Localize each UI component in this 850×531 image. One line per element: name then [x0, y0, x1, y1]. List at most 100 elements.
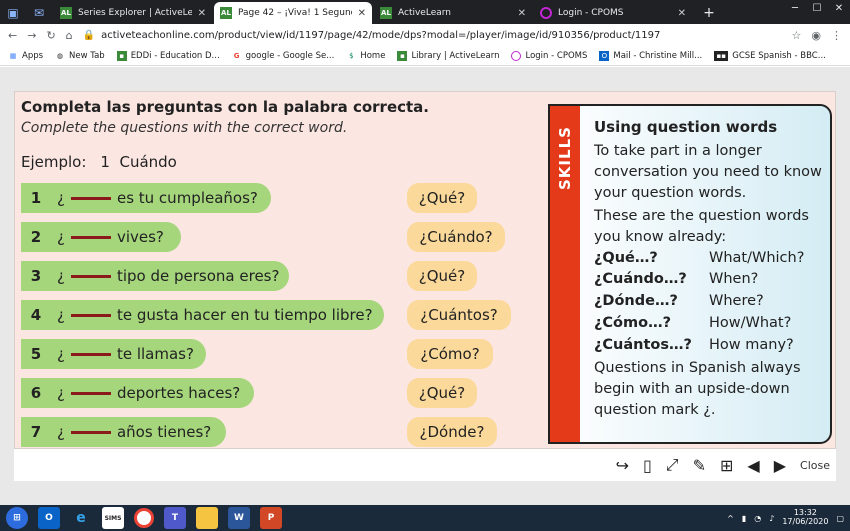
folder-icon[interactable] [196, 507, 218, 529]
new-tab-button[interactable]: + [698, 2, 720, 24]
menu-icon[interactable]: ⋮ [831, 29, 842, 42]
close-icon[interactable]: ✕ [358, 8, 366, 19]
bookmark-bbc[interactable]: ▪▪ GCSE Spanish - BBC... [714, 50, 826, 61]
bookmark-eddi[interactable]: ▪ EDDi - Education D... [116, 50, 220, 61]
question-text: tipo de persona eres? [116, 267, 280, 285]
pencil-icon[interactable]: ✎ [693, 456, 706, 475]
bookmark-google[interactable]: Ggoogle - Google Se... [232, 51, 335, 61]
expand-icon[interactable]: ⤢ [666, 455, 679, 475]
question-row: 1 ¿ es tu cumpleaños? [21, 183, 271, 213]
skills-paragraph: To take part in a longer conversation yo… [594, 142, 822, 201]
question-text: te llamas? [116, 345, 194, 363]
question-number: 7 [30, 423, 42, 441]
eddi-icon: ▪ [116, 50, 127, 61]
page-content: Completa las preguntas con la palabra co… [0, 67, 850, 505]
volume-icon[interactable]: ♪ [769, 514, 774, 523]
reload-icon[interactable]: ↻ [46, 29, 55, 42]
word-option[interactable]: ¿Qué? [407, 378, 477, 408]
home-icon[interactable]: ⌂ [66, 29, 73, 42]
question-number: 5 [30, 345, 42, 363]
question-word-pair: ¿Cuándo…? When? [594, 269, 824, 291]
bookmark-mail[interactable]: O Mail - Christine Mill... [599, 50, 702, 61]
question-text: es tu cumpleaños? [116, 189, 258, 207]
teams-icon[interactable]: T [164, 507, 186, 529]
maximize-icon[interactable]: ☐ [806, 0, 828, 16]
question-mark: ¿ [57, 189, 65, 207]
word-option[interactable]: ¿Cuándo? [407, 222, 505, 252]
bookmark-apps[interactable]: ▦ Apps [8, 51, 43, 61]
tab-pinned-outlook[interactable]: ✉ [26, 2, 52, 24]
word-option[interactable]: ¿Cuántos? [407, 300, 511, 330]
wifi-icon[interactable]: ◔ [754, 514, 761, 523]
profile-icon[interactable]: ◉ [811, 29, 821, 42]
answer-blank [70, 196, 111, 200]
google-icon: G [233, 51, 240, 60]
question-word-es: ¿Qué…? [594, 249, 658, 266]
question-mark: ¿ [57, 228, 65, 246]
bookmark-new-tab[interactable]: ◍ New Tab [55, 51, 105, 61]
tab-3[interactable]: Login - CPOMS ✕ [534, 2, 692, 24]
bookmark-library[interactable]: ▪ Library | ActiveLearn [397, 50, 499, 61]
system-tray: ^ ▮ ◔ ♪ 13:32 17/06/2020 ▢ [727, 505, 844, 531]
start-icon[interactable]: ⊞ [6, 507, 28, 529]
sims-icon[interactable]: SIMS [102, 507, 124, 529]
instruction-spanish: Completa las preguntas con la palabra co… [21, 98, 430, 116]
skills-label: SKILLS [556, 126, 574, 190]
notifications-icon[interactable]: ▢ [836, 514, 844, 523]
question-word-pair: ¿Dónde…? Where? [594, 291, 824, 313]
tab-pinned-teams[interactable]: ▣ [0, 2, 26, 24]
close-icon[interactable]: ✕ [518, 8, 526, 19]
address-bar[interactable]: 🔒 activeteachonline.com/product/view/id/… [83, 26, 782, 44]
question-number: 2 [30, 228, 42, 246]
chrome-icon[interactable] [134, 508, 154, 528]
next-icon[interactable]: ▶ [774, 456, 786, 475]
tab-2[interactable]: AL ActiveLearn ✕ [374, 2, 532, 24]
tab-1[interactable]: AL Page 42 – ¡Viva! 1 Segunda edición ✕ [214, 2, 372, 24]
bookmarks-bar: ▦ Apps ◍ New Tab ▪ EDDi - Education D... Gg… [0, 46, 850, 66]
forward-icon[interactable]: → [27, 29, 36, 42]
close-button[interactable]: Close [800, 459, 830, 472]
question-word-en: Where? [709, 293, 764, 310]
star-icon[interactable]: ☆ [792, 29, 802, 42]
powerpoint-icon[interactable]: P [260, 507, 282, 529]
tab-title: Series Explorer | ActiveLearn [78, 8, 192, 18]
share-icon[interactable]: ↪ [616, 456, 629, 475]
close-icon[interactable]: ✕ [678, 8, 686, 19]
question-word-en: When? [709, 271, 759, 288]
add-folder-icon[interactable]: ⊞ [720, 456, 733, 475]
skills-paragraph: Questions in Spanish always begin with a… [594, 360, 801, 419]
clock[interactable]: 13:32 17/06/2020 [782, 508, 829, 527]
minimize-icon[interactable]: ─ [784, 0, 806, 16]
tab-0[interactable]: AL Series Explorer | ActiveLearn ✕ [54, 2, 212, 24]
chevron-up-icon[interactable]: ^ [727, 514, 734, 523]
page-icon[interactable]: ▯ [643, 456, 652, 475]
cpoms-icon [511, 50, 522, 61]
question-word-pair: ¿Cómo…? How/What? [594, 313, 824, 335]
word-option[interactable]: ¿Qué? [407, 261, 477, 291]
teams-icon: ▣ [7, 6, 19, 20]
instructions: Completa las preguntas con la palabra co… [21, 98, 429, 136]
question-mark: ¿ [57, 384, 65, 402]
bookmark-cpoms[interactable]: Login - CPOMS [511, 50, 587, 61]
back-icon[interactable]: ← [8, 29, 17, 42]
example-label: Ejemplo: [21, 153, 87, 171]
word-option[interactable]: ¿Cómo? [407, 339, 493, 369]
clock-date: 17/06/2020 [782, 517, 829, 526]
player-toolbar: ↪ ▯ ⤢ ✎ ⊞ ◀ ▶ Close [14, 449, 836, 481]
question-word-pair: ¿Qué…? What/Which? [594, 248, 824, 270]
outlook-icon[interactable]: O [38, 507, 60, 529]
question-mark: ¿ [57, 267, 65, 285]
edge-icon[interactable]: e [70, 507, 92, 529]
question-mark: ¿ [57, 423, 65, 441]
word-option[interactable]: ¿Dónde? [407, 417, 497, 447]
network-icon[interactable]: ▮ [742, 514, 746, 523]
word-icon[interactable]: W [228, 507, 250, 529]
word-option[interactable]: ¿Qué? [407, 183, 477, 213]
skills-paragraph: These are the question words you know al… [594, 207, 809, 245]
close-icon[interactable]: ✕ [198, 8, 206, 19]
previous-icon[interactable]: ◀ [747, 456, 759, 475]
close-window-icon[interactable]: ✕ [828, 0, 850, 16]
browser-tab-bar: ▣ ✉ AL Series Explorer | ActiveLearn ✕ A… [0, 0, 850, 24]
home-bookmark-icon: $ [349, 51, 354, 60]
bookmark-home[interactable]: $ Home [346, 51, 385, 61]
